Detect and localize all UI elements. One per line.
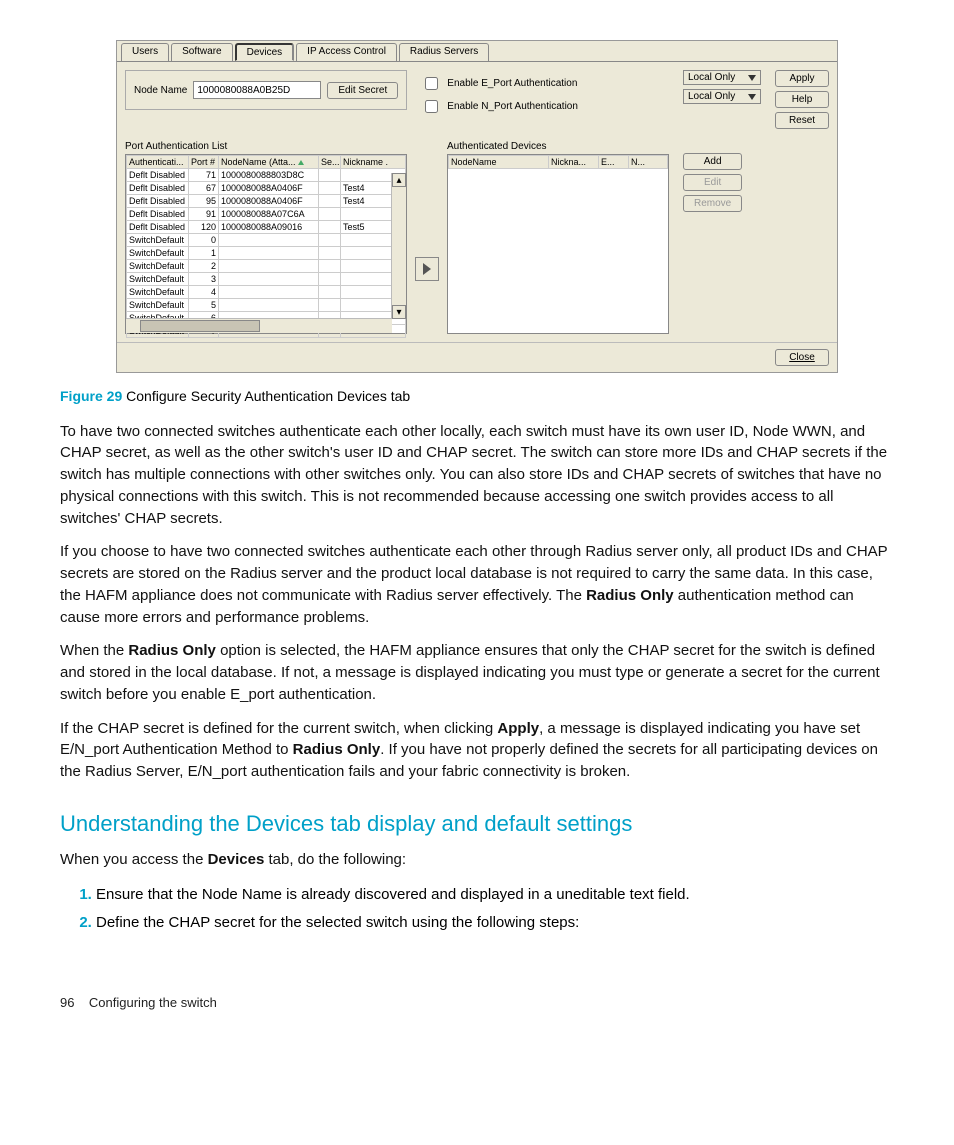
table-row[interactable]: Deflt Disabled911000080088A07C6A [127, 208, 406, 221]
chevron-down-icon [748, 75, 756, 81]
tab-software[interactable]: Software [171, 43, 232, 61]
tab-radius[interactable]: Radius Servers [399, 43, 489, 61]
col-ad-nodename[interactable]: NodeName [449, 156, 549, 169]
node-name-group: Node Name Edit Secret [125, 70, 407, 110]
page-number: 96 [60, 995, 74, 1010]
col-se[interactable]: Se... [319, 156, 341, 169]
node-name-label: Node Name [134, 85, 187, 96]
horizontal-scrollbar[interactable] [126, 318, 392, 333]
eport-checkbox[interactable] [425, 77, 438, 90]
table-row[interactable]: Deflt Disabled1201000080088A09016Test5 [127, 221, 406, 234]
col-nodename[interactable]: NodeName (Atta... [219, 156, 319, 169]
step-2: Define the CHAP secret for the selected … [96, 911, 894, 935]
figure-caption-text: Configure Security Authentication Device… [122, 388, 410, 404]
col-nick[interactable]: Nickname . [341, 156, 406, 169]
move-right-button[interactable] [415, 257, 439, 281]
security-dialog: Users Software Devices IP Access Control… [116, 40, 838, 373]
help-button[interactable]: Help [775, 91, 829, 108]
auth-devices-list[interactable]: NodeName Nickna... E... N... [447, 154, 669, 334]
auth-devices-title: Authenticated Devices [447, 141, 669, 152]
table-row[interactable]: SwitchDefault2 [127, 260, 406, 273]
vertical-scrollbar[interactable]: ▴ ▾ [391, 173, 406, 319]
eport-scope-value: Local Only [688, 72, 735, 83]
col-auth[interactable]: Authenticati... [127, 156, 189, 169]
tab-ip-access[interactable]: IP Access Control [296, 43, 397, 61]
col-ad-e[interactable]: E... [599, 156, 629, 169]
col-port[interactable]: Port # [189, 156, 219, 169]
nport-scope-value: Local Only [688, 91, 735, 102]
edit-button: Edit [683, 174, 742, 191]
remove-button: Remove [683, 195, 742, 212]
table-row[interactable]: SwitchDefault3 [127, 273, 406, 286]
eport-scope-dropdown[interactable]: Local Only [683, 70, 761, 85]
arrow-right-icon [423, 263, 431, 275]
step-1: Ensure that the Node Name is already dis… [96, 883, 894, 907]
section-heading: Understanding the Devices tab display an… [60, 811, 894, 837]
sort-asc-icon [298, 160, 304, 165]
table-row[interactable]: SwitchDefault4 [127, 286, 406, 299]
nport-scope-dropdown[interactable]: Local Only [683, 89, 761, 104]
table-row[interactable]: SwitchDefault0 [127, 234, 406, 247]
port-auth-list[interactable]: Authenticati... Port # NodeName (Atta...… [125, 154, 407, 334]
tab-devices[interactable]: Devices [235, 43, 295, 61]
steps-list: Ensure that the Node Name is already dis… [60, 883, 894, 935]
figure-number: Figure 29 [60, 388, 122, 404]
page-footer: 96 Configuring the switch [60, 995, 894, 1010]
tab-bar: Users Software Devices IP Access Control… [117, 41, 837, 61]
col-ad-n[interactable]: N... [629, 156, 668, 169]
apply-button[interactable]: Apply [775, 70, 829, 87]
chevron-down-icon [748, 94, 756, 100]
table-row[interactable]: SwitchDefault1 [127, 247, 406, 260]
paragraph-3: When the Radius Only option is selected,… [60, 640, 894, 705]
nport-label: Enable N_Port Authentication [447, 101, 578, 112]
scroll-up-icon[interactable]: ▴ [392, 173, 406, 187]
scroll-down-icon[interactable]: ▾ [392, 305, 406, 319]
col-ad-nick[interactable]: Nickna... [549, 156, 599, 169]
reset-button[interactable]: Reset [775, 112, 829, 129]
nport-checkbox[interactable] [425, 100, 438, 113]
port-auth-list-title: Port Authentication List [125, 141, 407, 152]
node-name-field [193, 81, 321, 99]
tab-users[interactable]: Users [121, 43, 169, 61]
paragraph-2: If you choose to have two connected swit… [60, 541, 894, 628]
figure-caption: Figure 29 Configure Security Authenticat… [60, 387, 894, 407]
close-button[interactable]: Close [775, 349, 829, 366]
table-row[interactable]: Deflt Disabled711000080088803D8C [127, 169, 406, 182]
edit-secret-button[interactable]: Edit Secret [327, 82, 398, 99]
table-row[interactable]: Deflt Disabled951000080088A0406FTest4 [127, 195, 406, 208]
paragraph-4: If the CHAP secret is defined for the cu… [60, 718, 894, 783]
table-row[interactable]: Deflt Disabled671000080088A0406FTest4 [127, 182, 406, 195]
eport-label: Enable E_Port Authentication [447, 78, 577, 89]
footer-title: Configuring the switch [89, 995, 217, 1010]
paragraph-1: To have two connected switches authentic… [60, 421, 894, 530]
table-row[interactable]: SwitchDefault5 [127, 299, 406, 312]
devices-intro: When you access the Devices tab, do the … [60, 849, 894, 871]
add-button[interactable]: Add [683, 153, 742, 170]
